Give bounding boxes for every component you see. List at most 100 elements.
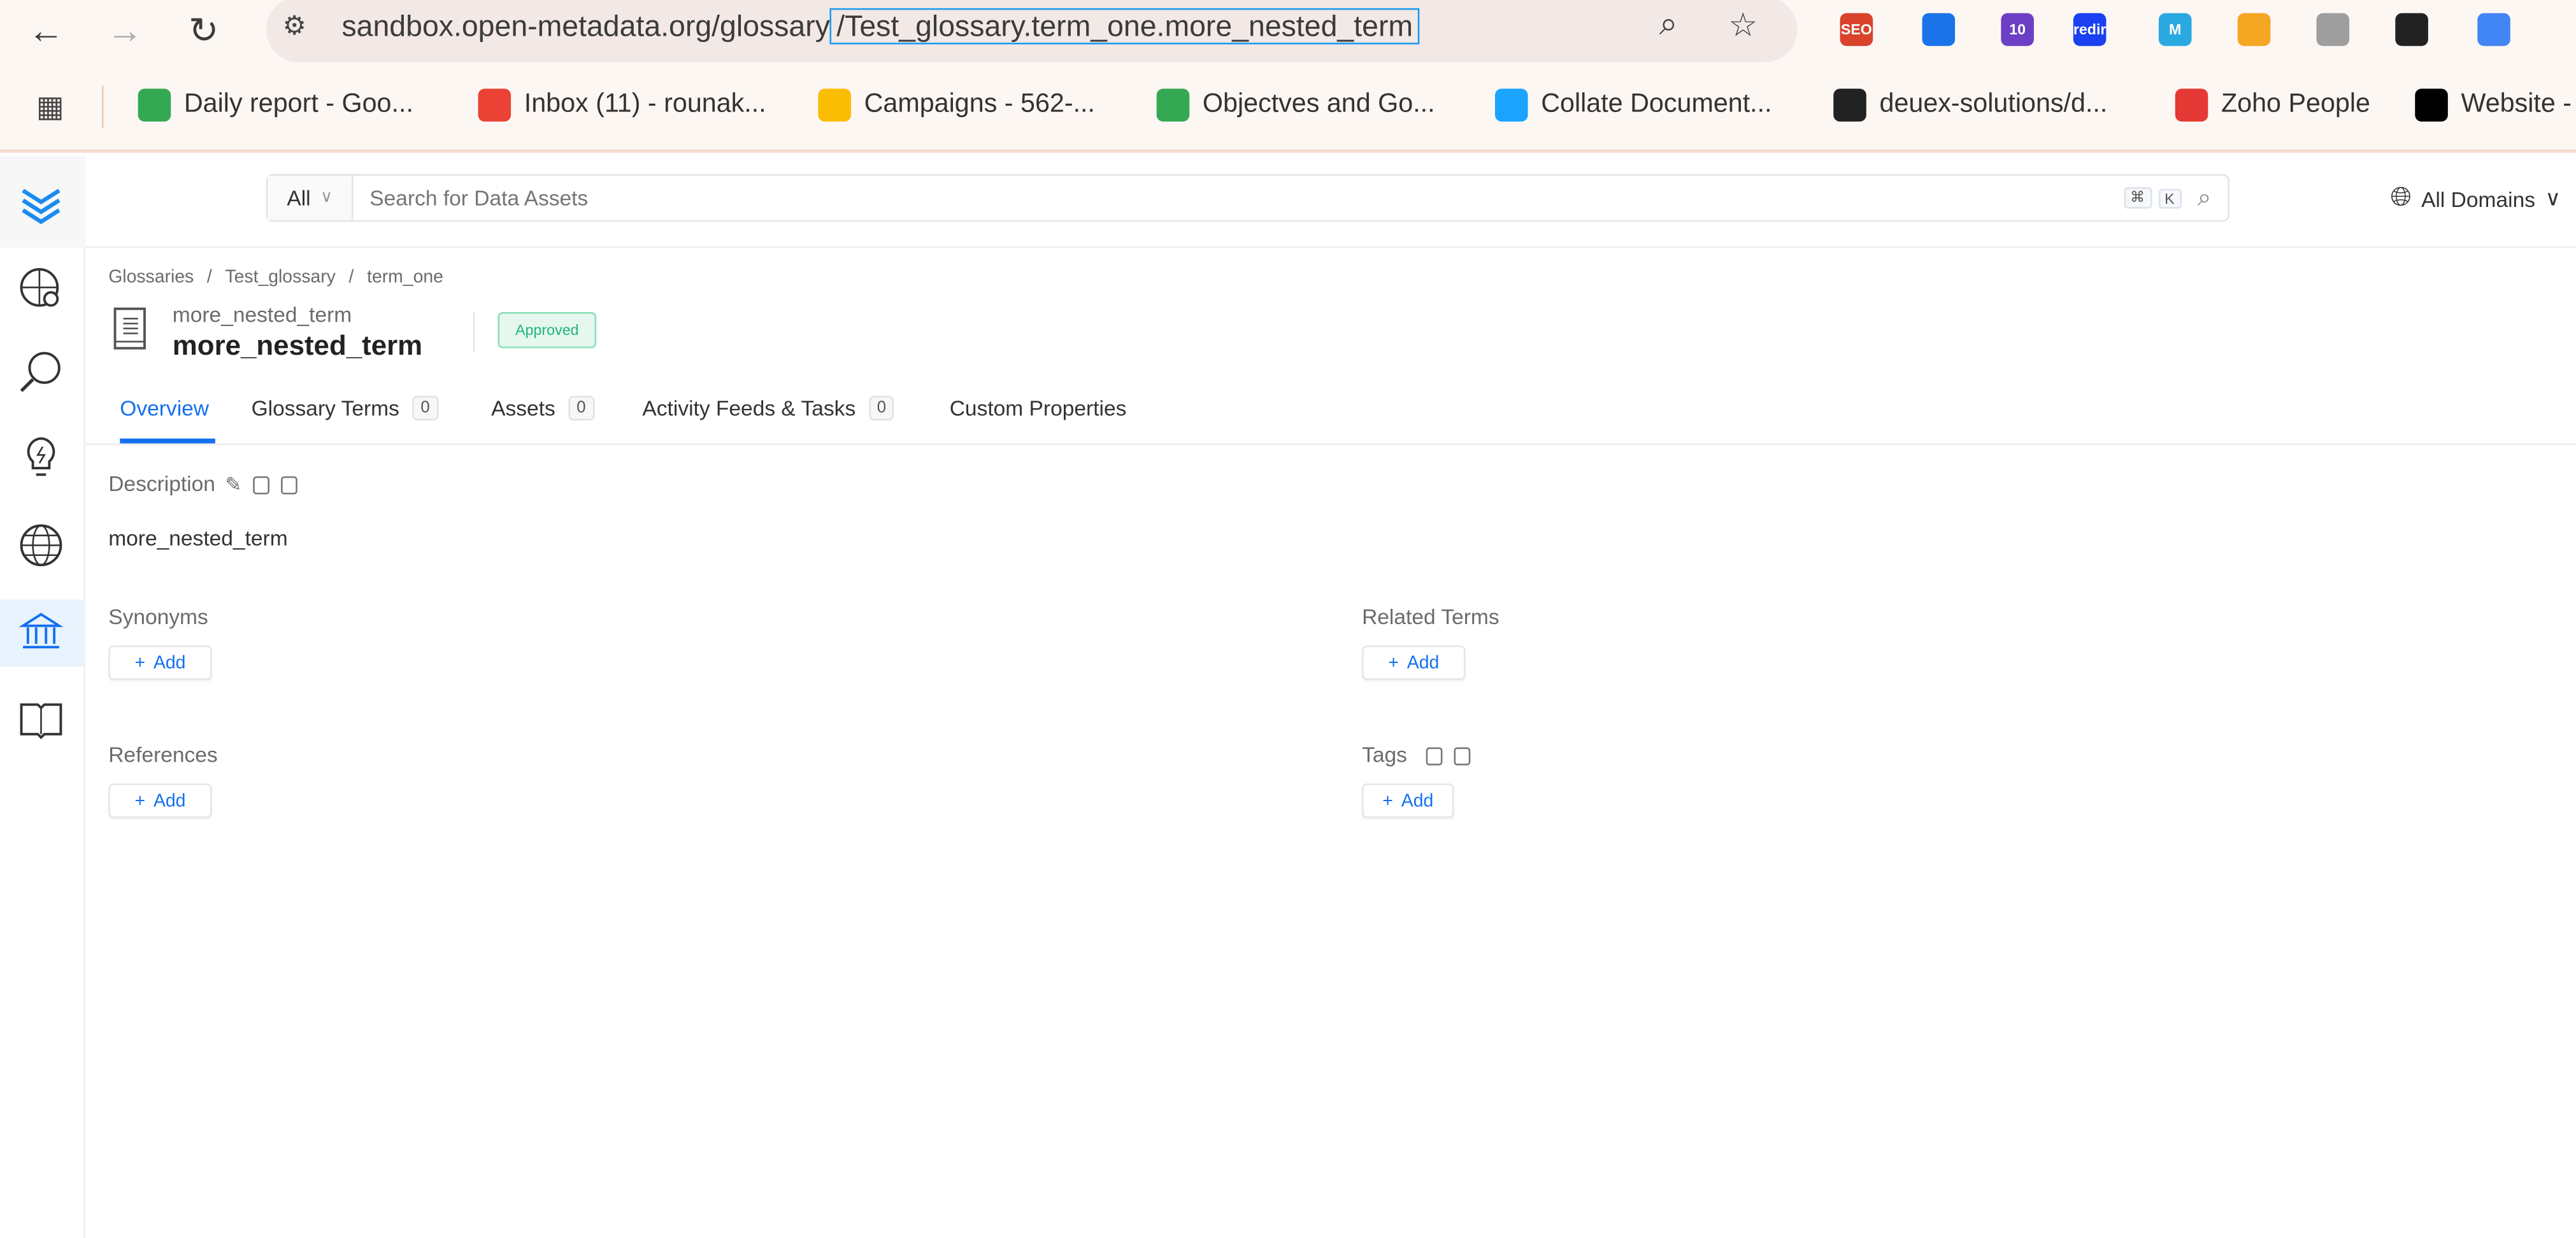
back-icon[interactable]: ← — [23, 10, 69, 52]
tab-custom-properties[interactable]: Custom Properties — [950, 396, 1127, 421]
logo[interactable] — [0, 156, 86, 248]
add-related-term-button[interactable]: + Add — [1362, 645, 1466, 680]
bookmark-item[interactable]: Daily report - Goo... — [138, 89, 413, 122]
url-text[interactable]: sandbox.open-metadata.org/glossary/Test_… — [341, 8, 1420, 45]
m-extension-icon[interactable]: M — [2158, 13, 2192, 46]
plus-icon: + — [1388, 653, 1399, 673]
badge-extension-icon[interactable]: 10 — [2001, 13, 2034, 46]
gray-extension-icon[interactable] — [2316, 13, 2350, 46]
browser-chrome: ← → ↻ ⚙ sandbox.open-metadata.org/glossa… — [0, 0, 2576, 153]
domains-dropdown[interactable]: 🌐︎ All Domains ∨ — [2391, 184, 2561, 213]
breadcrumb: Glossaries / Test_glossary / term_one — [108, 267, 443, 288]
bookmark-item[interactable]: Zoho People — [2175, 89, 2370, 122]
tab-label: Assets — [491, 395, 555, 421]
bookmark-label: Collate Document... — [1541, 90, 1772, 118]
bookmark-label: Daily report - Goo... — [183, 90, 413, 118]
bookmark-item[interactable]: Website - — [2415, 89, 2572, 122]
conversation-icon[interactable] — [1454, 747, 1471, 766]
bookmark-favicon-icon — [2175, 89, 2208, 122]
search-icon[interactable]: ⌕ — [2198, 184, 2212, 212]
glossary-term-icon — [113, 307, 146, 350]
orange-extension-icon[interactable] — [2237, 13, 2271, 46]
tags-label: Tags — [1362, 742, 1407, 767]
bookmark-favicon-icon — [478, 89, 512, 122]
explore-icon[interactable] — [17, 264, 66, 313]
bookmark-favicon-icon — [2415, 89, 2448, 122]
seo-extension-icon[interactable]: SEO — [1840, 13, 1873, 46]
search-bar: All ∨ ⌘ K ⌕ — [266, 174, 2229, 222]
tab-label: Overview — [120, 395, 210, 421]
bookmark-item[interactable]: Collate Document... — [1494, 89, 1772, 122]
add-tag-button[interactable]: + Add — [1362, 783, 1454, 818]
divider — [101, 85, 104, 129]
domains-globe-icon[interactable] — [17, 521, 66, 570]
conversation-icon[interactable] — [281, 476, 298, 495]
apps-grid-icon[interactable]: ▦ — [36, 90, 64, 125]
forward-icon[interactable]: → — [102, 10, 148, 52]
kbd-k: K — [2157, 188, 2181, 208]
breadcrumb-glossaries[interactable]: Glossaries — [108, 267, 194, 287]
url-path-selected: /Test_glossary.term_one.more_nested_term — [829, 8, 1420, 45]
insights-bulb-icon[interactable] — [17, 434, 66, 483]
star-icon[interactable]: ☆ — [1728, 5, 1757, 46]
dark-extension-icon[interactable] — [2395, 13, 2428, 46]
app-header: All ∨ ⌘ K ⌕ 🌐︎ All Domains ∨ — [85, 156, 2576, 248]
description-header: Description ✎ — [108, 471, 298, 496]
request-tags-icon[interactable] — [1426, 747, 1443, 766]
search-scope-dropdown[interactable]: All ∨ — [268, 175, 354, 220]
breadcrumb-test-glossary[interactable]: Test_glossary — [225, 267, 335, 287]
site-settings-icon[interactable]: ⚙ — [283, 10, 306, 43]
tab-overview[interactable]: Overview — [120, 396, 209, 421]
tab-glossary-terms[interactable]: Glossary Terms 0 — [252, 395, 438, 421]
tags-header: Tags — [1362, 743, 1471, 767]
add-synonym-button[interactable]: + Add — [108, 645, 212, 680]
add-reference-button[interactable]: + Add — [108, 783, 212, 818]
plus-icon: + — [1382, 790, 1393, 811]
edit-pencil-icon[interactable]: ✎ — [225, 473, 241, 496]
bookmark-favicon-icon — [138, 89, 171, 122]
location-extension-icon[interactable] — [1922, 13, 1956, 46]
zoom-icon[interactable]: ⌕ — [1659, 6, 1678, 44]
plus-icon: + — [134, 653, 146, 673]
scope-label: All — [287, 185, 311, 211]
entity-display-name: more_nested_term — [172, 330, 423, 362]
bookmark-favicon-icon — [1494, 89, 1528, 122]
add-label: Add — [1401, 790, 1434, 811]
sidepanel-icon[interactable] — [2477, 13, 2510, 46]
data-quality-icon[interactable] — [17, 348, 66, 397]
request-description-icon[interactable] — [253, 476, 270, 495]
bookmark-label: Inbox (11) - rounak... — [524, 90, 766, 118]
bookmark-item[interactable]: Inbox (11) - rounak... — [478, 89, 766, 122]
redir-extension-icon[interactable]: redir — [2073, 13, 2106, 46]
entity-name: more_nested_term — [172, 302, 352, 327]
add-label: Add — [153, 653, 186, 673]
tab-activity-feeds[interactable]: Activity Feeds & Tasks 0 — [642, 395, 894, 421]
bookmark-item[interactable]: Objectves and Go... — [1156, 89, 1435, 122]
bookmark-item[interactable]: deuex-solutions/d... — [1833, 89, 2107, 122]
govern-bank-icon[interactable] — [17, 608, 66, 657]
divider — [473, 312, 475, 352]
chevron-down-icon: ∨ — [320, 189, 333, 207]
tab-assets[interactable]: Assets 0 — [491, 395, 594, 421]
screen: ← → ↻ ⚙ sandbox.open-metadata.org/glossa… — [0, 0, 2576, 1238]
bookmark-label: Campaigns - 562-... — [864, 90, 1096, 118]
tab-label: Activity Feeds & Tasks — [642, 395, 856, 421]
chevron-down-icon: ∨ — [2545, 185, 2561, 211]
left-nav — [0, 156, 86, 1238]
related-terms-label: Related Terms — [1362, 604, 1499, 629]
bookmark-label: Objectves and Go... — [1202, 90, 1435, 118]
description-text: more_nested_term — [108, 525, 288, 550]
reload-icon[interactable]: ↻ — [181, 10, 227, 52]
knowledge-book-icon[interactable] — [17, 695, 66, 744]
synonyms-label: Synonyms — [108, 604, 208, 629]
search-input[interactable] — [353, 185, 2124, 211]
bookmark-favicon-icon — [1833, 89, 1866, 122]
breadcrumb-term-one[interactable]: term_one — [367, 267, 443, 287]
count-badge: 0 — [412, 395, 438, 421]
plus-icon: + — [134, 790, 146, 811]
add-label: Add — [1406, 653, 1440, 673]
bookmark-item[interactable]: Campaigns - 562-... — [818, 89, 1095, 122]
bookmark-favicon-icon — [1156, 89, 1190, 122]
active-tab-indicator — [120, 438, 215, 444]
openmetadata-logo-icon — [22, 189, 61, 224]
